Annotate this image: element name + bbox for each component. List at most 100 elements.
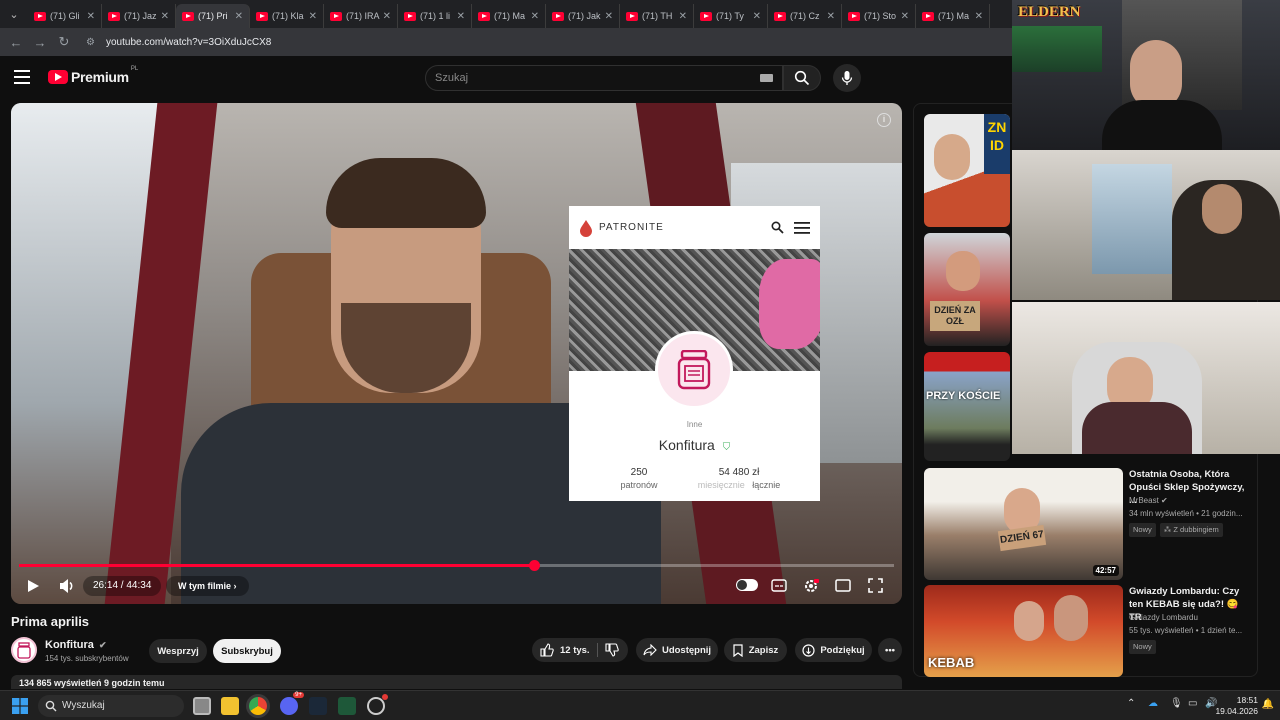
- taskbar-search[interactable]: Wyszukaj: [38, 695, 184, 717]
- more-actions-button[interactable]: •••: [878, 638, 902, 662]
- video-player[interactable]: i PATRONITE Inne Konfitura ⛉ 250 patronó…: [11, 103, 902, 604]
- browser-tab[interactable]: (71) Ma ✕: [472, 4, 546, 28]
- recommendation-channel-row[interactable]: MrBeast ✔: [1129, 495, 1247, 507]
- tabs-container: (71) Gli ✕ (71) Jaz ✕ (71) Pri ✕ (71) Kla ✕ (71)…: [28, 0, 990, 28]
- excel-icon[interactable]: [338, 697, 356, 715]
- file-explorer-icon[interactable]: [221, 697, 239, 715]
- browser-tab[interactable]: (71) Pri ✕: [176, 4, 250, 28]
- thanks-button[interactable]: Podziękuj: [795, 638, 872, 662]
- obs-icon[interactable]: [367, 694, 388, 715]
- subtitles-icon[interactable]: [771, 579, 787, 592]
- recommendation-badges: Nowy ⁂ Z dubbingiem: [1129, 523, 1247, 537]
- reload-icon[interactable]: ↻: [52, 34, 76, 50]
- channel-name[interactable]: Konfitura: [45, 639, 94, 651]
- webcam-guest-gaming: [1012, 302, 1280, 454]
- close-tab-icon[interactable]: ✕: [383, 11, 391, 22]
- recommendation-thumbnail[interactable]: ZN ID: [924, 114, 1010, 227]
- save-button[interactable]: Zapisz: [724, 638, 787, 662]
- patronite-search-icon[interactable]: [771, 221, 784, 234]
- progress-bar[interactable]: [19, 560, 894, 571]
- cloud-sync-icon[interactable]: ☁: [1148, 698, 1158, 709]
- browser-tab[interactable]: (71) Ma ✕: [916, 4, 990, 28]
- system-clock[interactable]: 18:51 19.04.2026: [1215, 695, 1258, 717]
- recommendation-thumbnail[interactable]: DZIEŃ ZA OZŁ: [924, 233, 1010, 346]
- channel-name-row[interactable]: Konfitura ✔: [45, 639, 107, 651]
- windows-start-icon[interactable]: [12, 698, 28, 714]
- forward-icon[interactable]: →: [28, 35, 52, 50]
- close-tab-icon[interactable]: ✕: [827, 11, 835, 22]
- browser-tab[interactable]: (71) 1 li ✕: [398, 4, 472, 28]
- play-icon[interactable]: [26, 579, 40, 593]
- keyboard-icon[interactable]: [760, 74, 773, 82]
- theater-mode-icon[interactable]: [835, 579, 851, 592]
- browser-tab[interactable]: (71) Kla ✕: [250, 4, 324, 28]
- close-tab-icon[interactable]: ✕: [161, 11, 169, 22]
- steam-icon[interactable]: [309, 697, 327, 715]
- browser-tab[interactable]: (71) Gli ✕: [28, 4, 102, 28]
- browser-tab[interactable]: (71) Jak ✕: [546, 4, 620, 28]
- browser-tab[interactable]: (71) TH ✕: [620, 4, 694, 28]
- patronite-menu-icon[interactable]: [794, 221, 810, 234]
- thumb-face: [1054, 595, 1088, 641]
- recommendation-thumbnail[interactable]: KEBAB: [924, 585, 1123, 677]
- tab-title: (71) Ma: [938, 11, 970, 21]
- info-icon[interactable]: i: [877, 113, 891, 127]
- progress-scrubber[interactable]: [529, 560, 541, 571]
- close-tab-icon[interactable]: ✕: [457, 11, 465, 22]
- browser-tab[interactable]: (71) IRA ✕: [324, 4, 398, 28]
- youtube-logo[interactable]: Premium PL: [48, 66, 138, 85]
- chevron-up-icon[interactable]: ⌃: [1127, 698, 1135, 709]
- recommendation-channel[interactable]: Gwiazdy Lombardu: [1129, 612, 1247, 624]
- recommendation-thumbnail[interactable]: PRZY KOŚCIE CO SIĘ DZIEJ: [924, 352, 1010, 461]
- close-tab-icon[interactable]: ✕: [753, 11, 761, 22]
- close-tab-icon[interactable]: ✕: [235, 11, 243, 22]
- discord-icon[interactable]: 9+: [280, 692, 304, 715]
- support-button[interactable]: Wesprzyj: [149, 639, 207, 663]
- mic-icon[interactable]: 🎙: [1170, 698, 1183, 709]
- back-icon[interactable]: ←: [4, 35, 28, 50]
- channel-avatar[interactable]: [11, 637, 37, 663]
- settings-icon[interactable]: [803, 578, 819, 594]
- task-view-icon[interactable]: [193, 697, 211, 715]
- taskbar-search-label: Wyszukaj: [62, 700, 105, 711]
- thanks-icon: [802, 643, 815, 657]
- notifications-icon[interactable]: 🔔: [1262, 699, 1274, 710]
- like-count[interactable]: 12 tys.: [560, 645, 590, 656]
- voice-search-button[interactable]: [833, 64, 861, 92]
- tab-search-menu[interactable]: ⌄: [0, 0, 28, 28]
- close-tab-icon[interactable]: ✕: [87, 11, 95, 22]
- close-tab-icon[interactable]: ✕: [975, 11, 983, 22]
- volume-icon[interactable]: [58, 577, 76, 595]
- chrome-icon[interactable]: [249, 697, 267, 715]
- browser-tab[interactable]: (71) Ty ✕: [694, 4, 768, 28]
- patrons-label: patronów: [620, 480, 658, 490]
- patrons-value: 250: [630, 467, 648, 478]
- views-line[interactable]: 134 865 wyświetleń 9 godzin temu: [11, 675, 902, 689]
- recommendation-thumbnail[interactable]: DZIEŃ 67 42:57: [924, 468, 1123, 580]
- menu-icon[interactable]: [14, 70, 30, 84]
- share-button[interactable]: Udostępnij: [636, 638, 718, 662]
- site-info-icon[interactable]: ⚙: [86, 37, 100, 48]
- close-tab-icon[interactable]: ✕: [605, 11, 613, 22]
- autoplay-toggle[interactable]: [736, 579, 758, 591]
- browser-tab[interactable]: (71) Sto ✕: [842, 4, 916, 28]
- search-input[interactable]: Szukaj: [425, 65, 783, 91]
- like-icon[interactable]: [540, 643, 554, 657]
- guest-face: [1202, 184, 1242, 234]
- browser-tab[interactable]: (71) Cz ✕: [768, 4, 842, 28]
- chapters-button[interactable]: W tym filmie ›: [166, 576, 249, 596]
- thumb-text: ZN ID: [984, 114, 1010, 174]
- close-tab-icon[interactable]: ✕: [531, 11, 539, 22]
- close-tab-icon[interactable]: ✕: [309, 11, 317, 22]
- browser-tab[interactable]: (71) Jaz ✕: [102, 4, 176, 28]
- url-field[interactable]: ⚙ youtube.com/watch?v=3OiXduJcCX8: [86, 31, 271, 53]
- close-tab-icon[interactable]: ✕: [901, 11, 909, 22]
- close-tab-icon[interactable]: ✕: [679, 11, 687, 22]
- network-icon[interactable]: ▭: [1188, 698, 1197, 709]
- subscribe-button[interactable]: Subskrybuj: [213, 639, 281, 663]
- fullscreen-icon[interactable]: [868, 578, 883, 593]
- recommendation-channel[interactable]: MrBeast: [1129, 496, 1159, 505]
- youtube-favicon-icon: [922, 11, 934, 21]
- search-button[interactable]: [783, 65, 821, 91]
- dislike-icon[interactable]: [605, 643, 619, 657]
